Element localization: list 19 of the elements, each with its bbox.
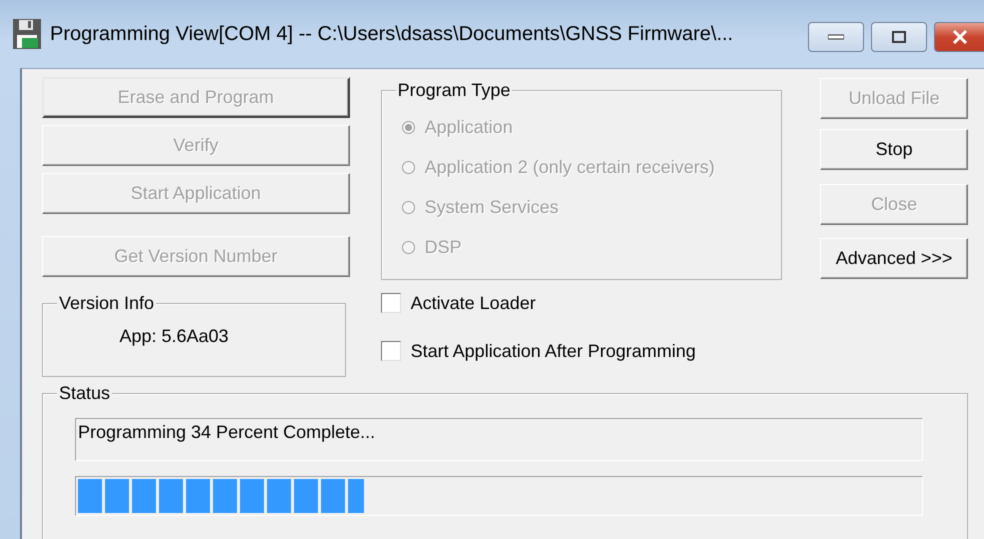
- checkbox[interactable]: [380, 293, 401, 313]
- minimize-icon: [828, 34, 844, 40]
- maximize-button[interactable]: [871, 22, 927, 52]
- minimize-button[interactable]: [808, 22, 864, 52]
- maximize-icon: [892, 31, 906, 43]
- checkbox-label: Start Application After Programming: [410, 340, 696, 362]
- window-title: Programming View[COM 4] -- C:\Users\dsass\Documents\GNSS Firmware\...: [50, 22, 734, 46]
- radio-label: Application: [424, 116, 513, 138]
- close-icon: [952, 30, 968, 44]
- radio-label: DSP: [424, 236, 462, 258]
- checkbox[interactable]: [380, 341, 401, 361]
- radio-label: System Services: [424, 196, 559, 218]
- action-button[interactable]: Advanced >>>: [820, 238, 968, 279]
- close-button[interactable]: [934, 22, 984, 52]
- checkbox-label: Activate Loader: [410, 292, 536, 314]
- status-message: Programming 34 Percent Complete...: [75, 418, 923, 461]
- action-button[interactable]: Stop: [820, 129, 968, 170]
- radio-label: Application 2 (only certain receivers): [424, 156, 715, 178]
- version-text: App: 5.6Aa03: [118, 325, 230, 347]
